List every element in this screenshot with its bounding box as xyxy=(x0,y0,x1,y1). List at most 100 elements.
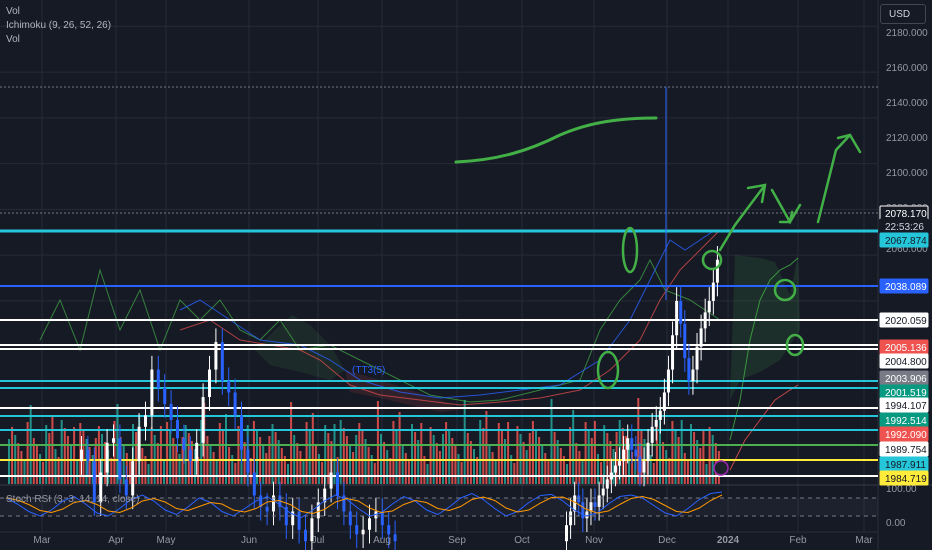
candle-body xyxy=(169,403,173,420)
candle xyxy=(565,511,568,550)
volume-bar xyxy=(550,399,553,484)
candle-body xyxy=(658,410,662,420)
volume-bar xyxy=(358,423,361,484)
price-label: 2003.906 xyxy=(879,370,929,386)
volume-bar xyxy=(178,454,181,484)
price-label-text: 2038.089 xyxy=(885,282,927,293)
volume-bar xyxy=(426,464,429,484)
candle-body xyxy=(214,342,218,370)
volume-bar xyxy=(70,444,72,484)
volume-bar xyxy=(435,443,438,484)
candle-body xyxy=(666,369,670,393)
candle xyxy=(169,390,173,434)
volume-bar xyxy=(584,422,587,484)
price-label-text: 2003.906 xyxy=(885,374,927,385)
volume-bar xyxy=(662,442,665,484)
candle-body xyxy=(131,461,135,496)
price-label-text: 2078.170 xyxy=(885,209,927,220)
volume-bar xyxy=(218,423,221,484)
volume-bar xyxy=(314,446,317,484)
volume-bar xyxy=(494,460,497,484)
volume-bar xyxy=(581,459,584,484)
candle-body xyxy=(156,369,160,388)
volume-bar xyxy=(628,444,630,484)
legend-stoch-rsi: Stoch RSI (3, 3, 14, 14, close) xyxy=(6,494,140,505)
candle-body xyxy=(675,300,679,336)
price-label: 2020.059 xyxy=(879,312,929,328)
price-chart-svg[interactable]: 2180.000 2160.000 2140.000 2120.000 2100.000… xyxy=(0,0,932,550)
candle xyxy=(150,355,154,430)
candle xyxy=(393,520,397,550)
candle-body xyxy=(646,442,650,462)
volume-bar xyxy=(190,441,193,484)
time-tick-label: Jun xyxy=(241,535,257,546)
hand-drawings[interactable] xyxy=(454,116,862,476)
volume-bar xyxy=(541,445,544,484)
volume-bar xyxy=(352,452,355,484)
currency-button[interactable]: USD xyxy=(880,4,926,24)
volume-bar xyxy=(57,457,60,484)
volume-bar xyxy=(51,416,54,484)
candle-body xyxy=(707,300,711,313)
candle-body xyxy=(208,369,211,398)
ichimoku-tag: (TT3(5) xyxy=(352,365,386,376)
volume-bar xyxy=(445,422,448,484)
candle-body xyxy=(233,392,237,416)
stoch-tick-label: 0.00 xyxy=(886,518,906,529)
legend-vol: Vol xyxy=(6,6,20,17)
price-tick-label: 2160.000 xyxy=(886,63,928,74)
volume-bar xyxy=(457,454,460,484)
candle-body xyxy=(691,369,695,382)
price-label: 2078.170 xyxy=(879,205,929,221)
candle xyxy=(675,287,679,349)
volume-bar xyxy=(373,463,376,484)
volume-bar xyxy=(389,458,392,484)
price-label: 1989.754 xyxy=(879,441,929,457)
candle-body xyxy=(118,438,122,480)
volume-bar xyxy=(522,442,525,484)
volume-bar xyxy=(76,460,79,484)
candle xyxy=(220,328,224,395)
volume-bar xyxy=(705,464,708,484)
volume-bar xyxy=(234,463,237,484)
volume-bar xyxy=(209,444,212,484)
legend-vol-2: Vol xyxy=(6,34,20,45)
time-tick-label: Mar xyxy=(33,535,51,546)
candle-body xyxy=(361,529,365,535)
price-label: 2067.874 xyxy=(879,232,929,248)
volume-bar xyxy=(54,449,57,484)
candle-body xyxy=(650,426,654,443)
volume-bar xyxy=(566,464,568,484)
volume-bar xyxy=(299,451,302,484)
volume-bar xyxy=(228,447,231,484)
green-circle-1 xyxy=(621,226,639,274)
volume-bar xyxy=(17,443,20,484)
candle xyxy=(233,378,237,430)
volume-bar xyxy=(404,453,407,484)
price-label-text: 1994.107 xyxy=(885,401,927,412)
stoch-tick-label: 100.00 xyxy=(886,484,917,495)
candle-body xyxy=(711,282,715,301)
candle-body xyxy=(188,449,192,462)
candle xyxy=(650,413,654,457)
candle-body xyxy=(144,415,147,427)
price-label: 1992.090 xyxy=(879,426,929,442)
volume-bar xyxy=(491,452,494,484)
candle-body xyxy=(634,449,638,457)
legend-ichimoku: Ichimoku (9, 26, 52, 26) xyxy=(6,20,112,31)
volume-bar xyxy=(296,443,299,484)
candle-body xyxy=(642,461,646,473)
volume-bar xyxy=(349,444,351,484)
candle xyxy=(695,332,699,384)
price-label-text: 2005.136 xyxy=(885,343,927,354)
candle-body xyxy=(626,438,630,450)
price-label: 2005.136 xyxy=(879,339,929,355)
price-label: 1984.719 xyxy=(879,470,929,486)
candle-body xyxy=(355,525,359,535)
volume-bar xyxy=(122,445,125,484)
volume-bar xyxy=(417,440,420,484)
candle xyxy=(214,328,218,384)
volume-bar xyxy=(507,422,510,484)
volume-bar xyxy=(386,450,389,484)
volume-bar xyxy=(454,446,457,484)
